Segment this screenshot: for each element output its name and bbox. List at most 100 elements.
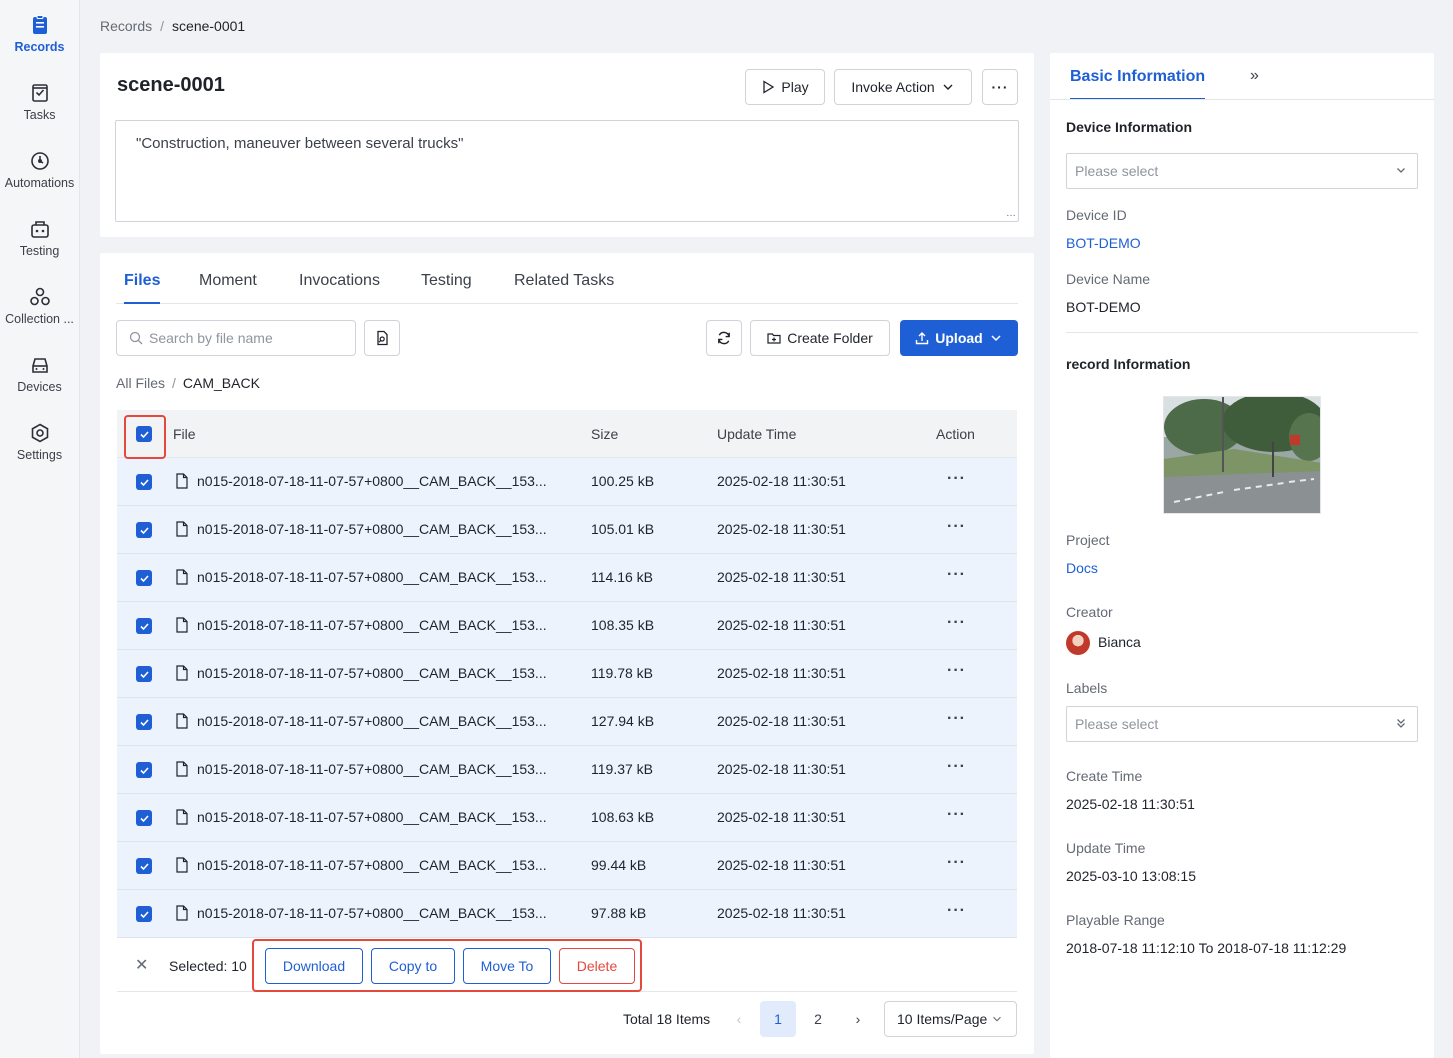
breadcrumb-records[interactable]: Records	[100, 18, 152, 34]
file-icon	[176, 761, 188, 777]
tab-moment[interactable]: Moment	[199, 272, 257, 304]
table-row[interactable]: n015-2018-07-18-11-07-57+0800__CAM_BACK_…	[117, 746, 1017, 794]
project-label: Project	[1066, 532, 1110, 548]
nav-tasks[interactable]: Tasks	[0, 68, 79, 128]
more-actions-button[interactable]: ···	[982, 69, 1018, 105]
file-update-time: 2025-02-18 11:30:51	[717, 809, 846, 825]
nav-records[interactable]: Records	[0, 0, 79, 60]
play-button[interactable]: Play	[745, 69, 825, 105]
path-root[interactable]: All Files	[116, 375, 165, 391]
record-thumbnail[interactable]	[1163, 396, 1321, 514]
table-row[interactable]: n015-2018-07-18-11-07-57+0800__CAM_BACK_…	[117, 506, 1017, 554]
nav-testing[interactable]: Testing	[0, 204, 79, 264]
file-name-link[interactable]: n015-2018-07-18-11-07-57+0800__CAM_BACK_…	[197, 521, 547, 537]
search-input[interactable]: Search by file name	[116, 320, 356, 356]
table-row[interactable]: n015-2018-07-18-11-07-57+0800__CAM_BACK_…	[117, 890, 1017, 938]
tab-testing[interactable]: Testing	[421, 272, 472, 304]
nav-label: Testing	[19, 244, 60, 258]
labels-select[interactable]: Please select	[1066, 706, 1418, 742]
row-more-actions-icon[interactable]: ···	[947, 566, 966, 584]
table-row[interactable]: n015-2018-07-18-11-07-57+0800__CAM_BACK_…	[117, 458, 1017, 506]
row-checkbox[interactable]	[136, 714, 152, 730]
row-more-actions-icon[interactable]: ···	[947, 470, 966, 488]
project-link[interactable]: Docs	[1066, 560, 1098, 576]
column-header-update-time[interactable]: Update Time	[717, 426, 796, 442]
row-more-actions-icon[interactable]: ···	[947, 662, 966, 680]
device-id-link[interactable]: BOT-DEMO	[1066, 235, 1141, 251]
nav-devices[interactable]: Devices	[0, 340, 79, 400]
file-name-link[interactable]: n015-2018-07-18-11-07-57+0800__CAM_BACK_…	[197, 809, 547, 825]
nav-collection[interactable]: Collection ...	[0, 272, 79, 332]
tab-files[interactable]: Files	[124, 272, 161, 304]
collapse-panel-icon[interactable]: »	[1250, 67, 1259, 85]
row-checkbox[interactable]	[136, 570, 152, 586]
testing-icon	[30, 221, 49, 238]
clear-selection-icon[interactable]: ✕	[135, 955, 148, 975]
prev-page-button[interactable]: ‹	[721, 1001, 757, 1037]
page-2-button[interactable]: 2	[800, 1001, 836, 1037]
row-checkbox[interactable]	[136, 858, 152, 874]
file-name-link[interactable]: n015-2018-07-18-11-07-57+0800__CAM_BACK_…	[197, 857, 547, 873]
invoke-action-button[interactable]: Invoke Action	[834, 69, 972, 105]
row-more-actions-icon[interactable]: ···	[947, 758, 966, 776]
tab-related-tasks[interactable]: Related Tasks	[514, 272, 614, 304]
row-checkbox[interactable]	[136, 906, 152, 922]
file-update-time: 2025-02-18 11:30:51	[717, 665, 846, 681]
file-name-link[interactable]: n015-2018-07-18-11-07-57+0800__CAM_BACK_…	[197, 473, 547, 489]
delete-button[interactable]: Delete	[559, 948, 635, 984]
resize-handle-icon[interactable]: …	[1006, 208, 1016, 219]
tab-invocations[interactable]: Invocations	[299, 272, 380, 304]
refresh-button[interactable]	[706, 320, 742, 356]
file-size: 108.35 kB	[591, 617, 655, 633]
nav-settings[interactable]: Settings	[0, 408, 79, 468]
row-more-actions-icon[interactable]: ···	[947, 518, 966, 536]
file-name-link[interactable]: n015-2018-07-18-11-07-57+0800__CAM_BACK_…	[197, 761, 547, 777]
table-row[interactable]: n015-2018-07-18-11-07-57+0800__CAM_BACK_…	[117, 794, 1017, 842]
row-checkbox[interactable]	[136, 666, 152, 682]
row-more-actions-icon[interactable]: ···	[947, 614, 966, 632]
device-select[interactable]: Please select	[1066, 153, 1418, 189]
file-search-button[interactable]	[364, 320, 400, 356]
page-1-button[interactable]: 1	[760, 1001, 796, 1037]
description-textarea[interactable]: "Construction, maneuver between several …	[115, 120, 1019, 222]
basic-info-panel: Basic Information » Device Information P…	[1050, 53, 1434, 1058]
row-checkbox[interactable]	[136, 474, 152, 490]
next-page-button[interactable]: ›	[840, 1001, 876, 1037]
file-name-link[interactable]: n015-2018-07-18-11-07-57+0800__CAM_BACK_…	[197, 665, 547, 681]
table-row[interactable]: n015-2018-07-18-11-07-57+0800__CAM_BACK_…	[117, 650, 1017, 698]
row-more-actions-icon[interactable]: ···	[947, 902, 966, 920]
row-more-actions-icon[interactable]: ···	[947, 854, 966, 872]
upload-button[interactable]: Upload	[900, 320, 1018, 356]
file-name-link[interactable]: n015-2018-07-18-11-07-57+0800__CAM_BACK_…	[197, 713, 547, 729]
chevron-down-icon	[943, 84, 953, 90]
download-button[interactable]: Download	[265, 948, 363, 984]
divider	[1066, 332, 1418, 333]
row-more-actions-icon[interactable]: ···	[947, 710, 966, 728]
file-size: 97.88 kB	[591, 905, 647, 921]
row-more-actions-icon[interactable]: ···	[947, 806, 966, 824]
nav-automations[interactable]: Automations	[0, 136, 79, 196]
file-size: 127.94 kB	[591, 713, 655, 729]
page-size-value: 10 Items/Page	[897, 1011, 988, 1027]
table-row[interactable]: n015-2018-07-18-11-07-57+0800__CAM_BACK_…	[117, 698, 1017, 746]
create-folder-button[interactable]: Create Folder	[750, 320, 890, 356]
invoke-action-label: Invoke Action	[851, 79, 935, 95]
upload-icon	[916, 332, 929, 345]
update-time-value: 2025-03-10 13:08:15	[1066, 868, 1196, 884]
row-checkbox[interactable]	[136, 810, 152, 826]
file-name-link[interactable]: n015-2018-07-18-11-07-57+0800__CAM_BACK_…	[197, 617, 547, 633]
copy-to-button[interactable]: Copy to	[371, 948, 455, 984]
page-size-select[interactable]: 10 Items/Page	[884, 1001, 1017, 1037]
row-checkbox[interactable]	[136, 618, 152, 634]
file-name-link[interactable]: n015-2018-07-18-11-07-57+0800__CAM_BACK_…	[197, 905, 547, 921]
column-header-size[interactable]: Size	[591, 426, 618, 442]
table-row[interactable]: n015-2018-07-18-11-07-57+0800__CAM_BACK_…	[117, 554, 1017, 602]
move-to-button[interactable]: Move To	[463, 948, 551, 984]
tab-basic-information[interactable]: Basic Information	[1070, 68, 1206, 100]
table-row[interactable]: n015-2018-07-18-11-07-57+0800__CAM_BACK_…	[117, 602, 1017, 650]
file-name-link[interactable]: n015-2018-07-18-11-07-57+0800__CAM_BACK_…	[197, 569, 547, 585]
row-checkbox[interactable]	[136, 762, 152, 778]
table-row[interactable]: n015-2018-07-18-11-07-57+0800__CAM_BACK_…	[117, 842, 1017, 890]
select-all-checkbox[interactable]	[136, 426, 152, 442]
row-checkbox[interactable]	[136, 522, 152, 538]
